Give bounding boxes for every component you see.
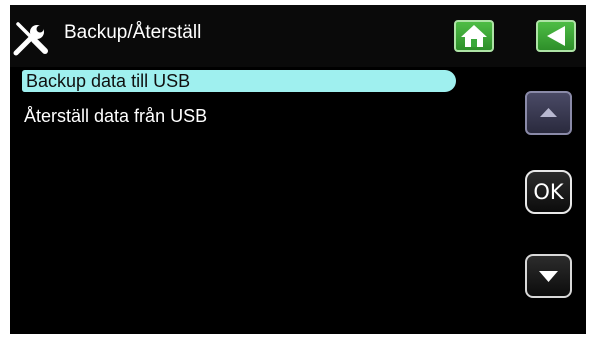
scroll-up-button[interactable] — [525, 91, 572, 135]
home-icon — [461, 25, 487, 47]
back-arrow-icon — [547, 26, 565, 46]
arrow-down-icon — [539, 271, 558, 282]
display-screen: Backup/Återställ Backup data till USB Åt… — [10, 5, 586, 334]
header-bar: Backup/Återställ — [10, 5, 586, 67]
arrow-up-icon — [540, 108, 557, 117]
menu-item-label: Återställ data från USB — [24, 106, 208, 126]
back-button[interactable] — [536, 20, 576, 52]
ok-button[interactable]: OK — [525, 170, 572, 214]
menu-item-backup-usb[interactable]: Backup data till USB — [22, 70, 456, 92]
page-title: Backup/Återställ — [64, 22, 202, 43]
menu-item-restore-usb[interactable]: Återställ data från USB — [24, 105, 207, 127]
scroll-down-button[interactable] — [525, 254, 572, 298]
tools-icon — [12, 19, 50, 57]
menu-item-label: Backup data till USB — [26, 71, 191, 91]
home-button[interactable] — [454, 20, 494, 52]
ok-label: OK — [533, 180, 564, 204]
